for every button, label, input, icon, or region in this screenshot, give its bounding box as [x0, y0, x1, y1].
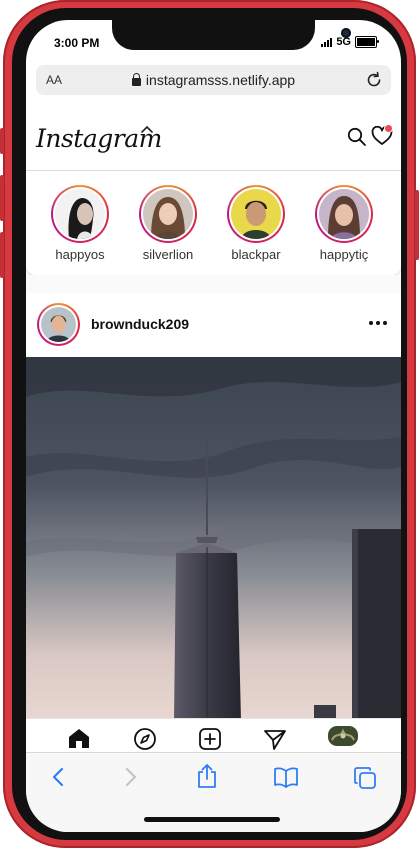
story-avatar	[55, 189, 105, 239]
story-username: happyos	[55, 247, 105, 262]
status-time: 3:00 PM	[54, 36, 100, 50]
volume-up-button	[0, 175, 4, 221]
front-camera	[341, 28, 351, 38]
chevron-up-icon[interactable]	[140, 124, 154, 136]
volume-down-button	[0, 232, 4, 278]
search-icon[interactable]	[347, 127, 367, 147]
story-item[interactable]: silverlion	[132, 185, 204, 262]
post-header: brownduck209	[26, 293, 401, 357]
direct-message-icon[interactable]	[263, 727, 287, 751]
post-avatar	[41, 307, 76, 342]
story-avatar	[319, 189, 369, 239]
home-icon[interactable]	[67, 727, 91, 749]
phone-frame: 3:00 PM 5G AA instagramsss.netlify.app I…	[0, 0, 419, 848]
story-item[interactable]: happyos	[44, 185, 116, 262]
notification-badge	[384, 124, 393, 133]
app-header: Instagram	[26, 110, 401, 171]
tabs-icon[interactable]	[353, 766, 377, 790]
url-text: instagramsss.netlify.app	[145, 72, 296, 88]
post-avatar-ring[interactable]	[37, 303, 80, 346]
stories-tray: happyos silverlion blackpar happytiç	[26, 171, 401, 275]
more-options-icon[interactable]	[369, 321, 387, 325]
address-bar[interactable]: AA instagramsss.netlify.app	[36, 65, 391, 95]
story-username: happytiç	[319, 247, 369, 262]
signal-icon	[321, 37, 333, 47]
battery-icon	[355, 36, 379, 48]
story-avatar	[143, 189, 193, 239]
home-indicator[interactable]	[144, 817, 280, 822]
power-button	[415, 190, 419, 260]
notch	[112, 20, 351, 50]
url-field[interactable]: instagramsss.netlify.app	[36, 72, 391, 88]
lock-icon	[131, 73, 141, 86]
bookmarks-icon[interactable]	[273, 766, 299, 788]
share-icon[interactable]	[195, 763, 219, 789]
explore-compass-icon[interactable]	[133, 727, 157, 751]
story-username: silverlion	[142, 247, 194, 262]
post-username[interactable]: brownduck209	[91, 316, 189, 332]
phone-screen: 3:00 PM 5G AA instagramsss.netlify.app I…	[26, 20, 401, 832]
story-item[interactable]: blackpar	[220, 185, 292, 262]
instagram-bottom-nav	[26, 718, 401, 753]
story-avatar	[231, 189, 281, 239]
back-icon[interactable]	[49, 766, 67, 788]
story-username: blackpar	[231, 247, 281, 262]
story-item[interactable]: happytiç	[308, 185, 380, 262]
status-indicators: 5G	[321, 36, 379, 48]
mute-switch	[0, 128, 4, 154]
post-image[interactable]	[26, 357, 401, 721]
reload-icon[interactable]	[363, 69, 385, 91]
feed-separator	[26, 275, 401, 293]
forward-icon[interactable]	[122, 766, 140, 788]
profile-avatar[interactable]	[328, 726, 358, 746]
new-post-icon[interactable]	[198, 727, 222, 751]
